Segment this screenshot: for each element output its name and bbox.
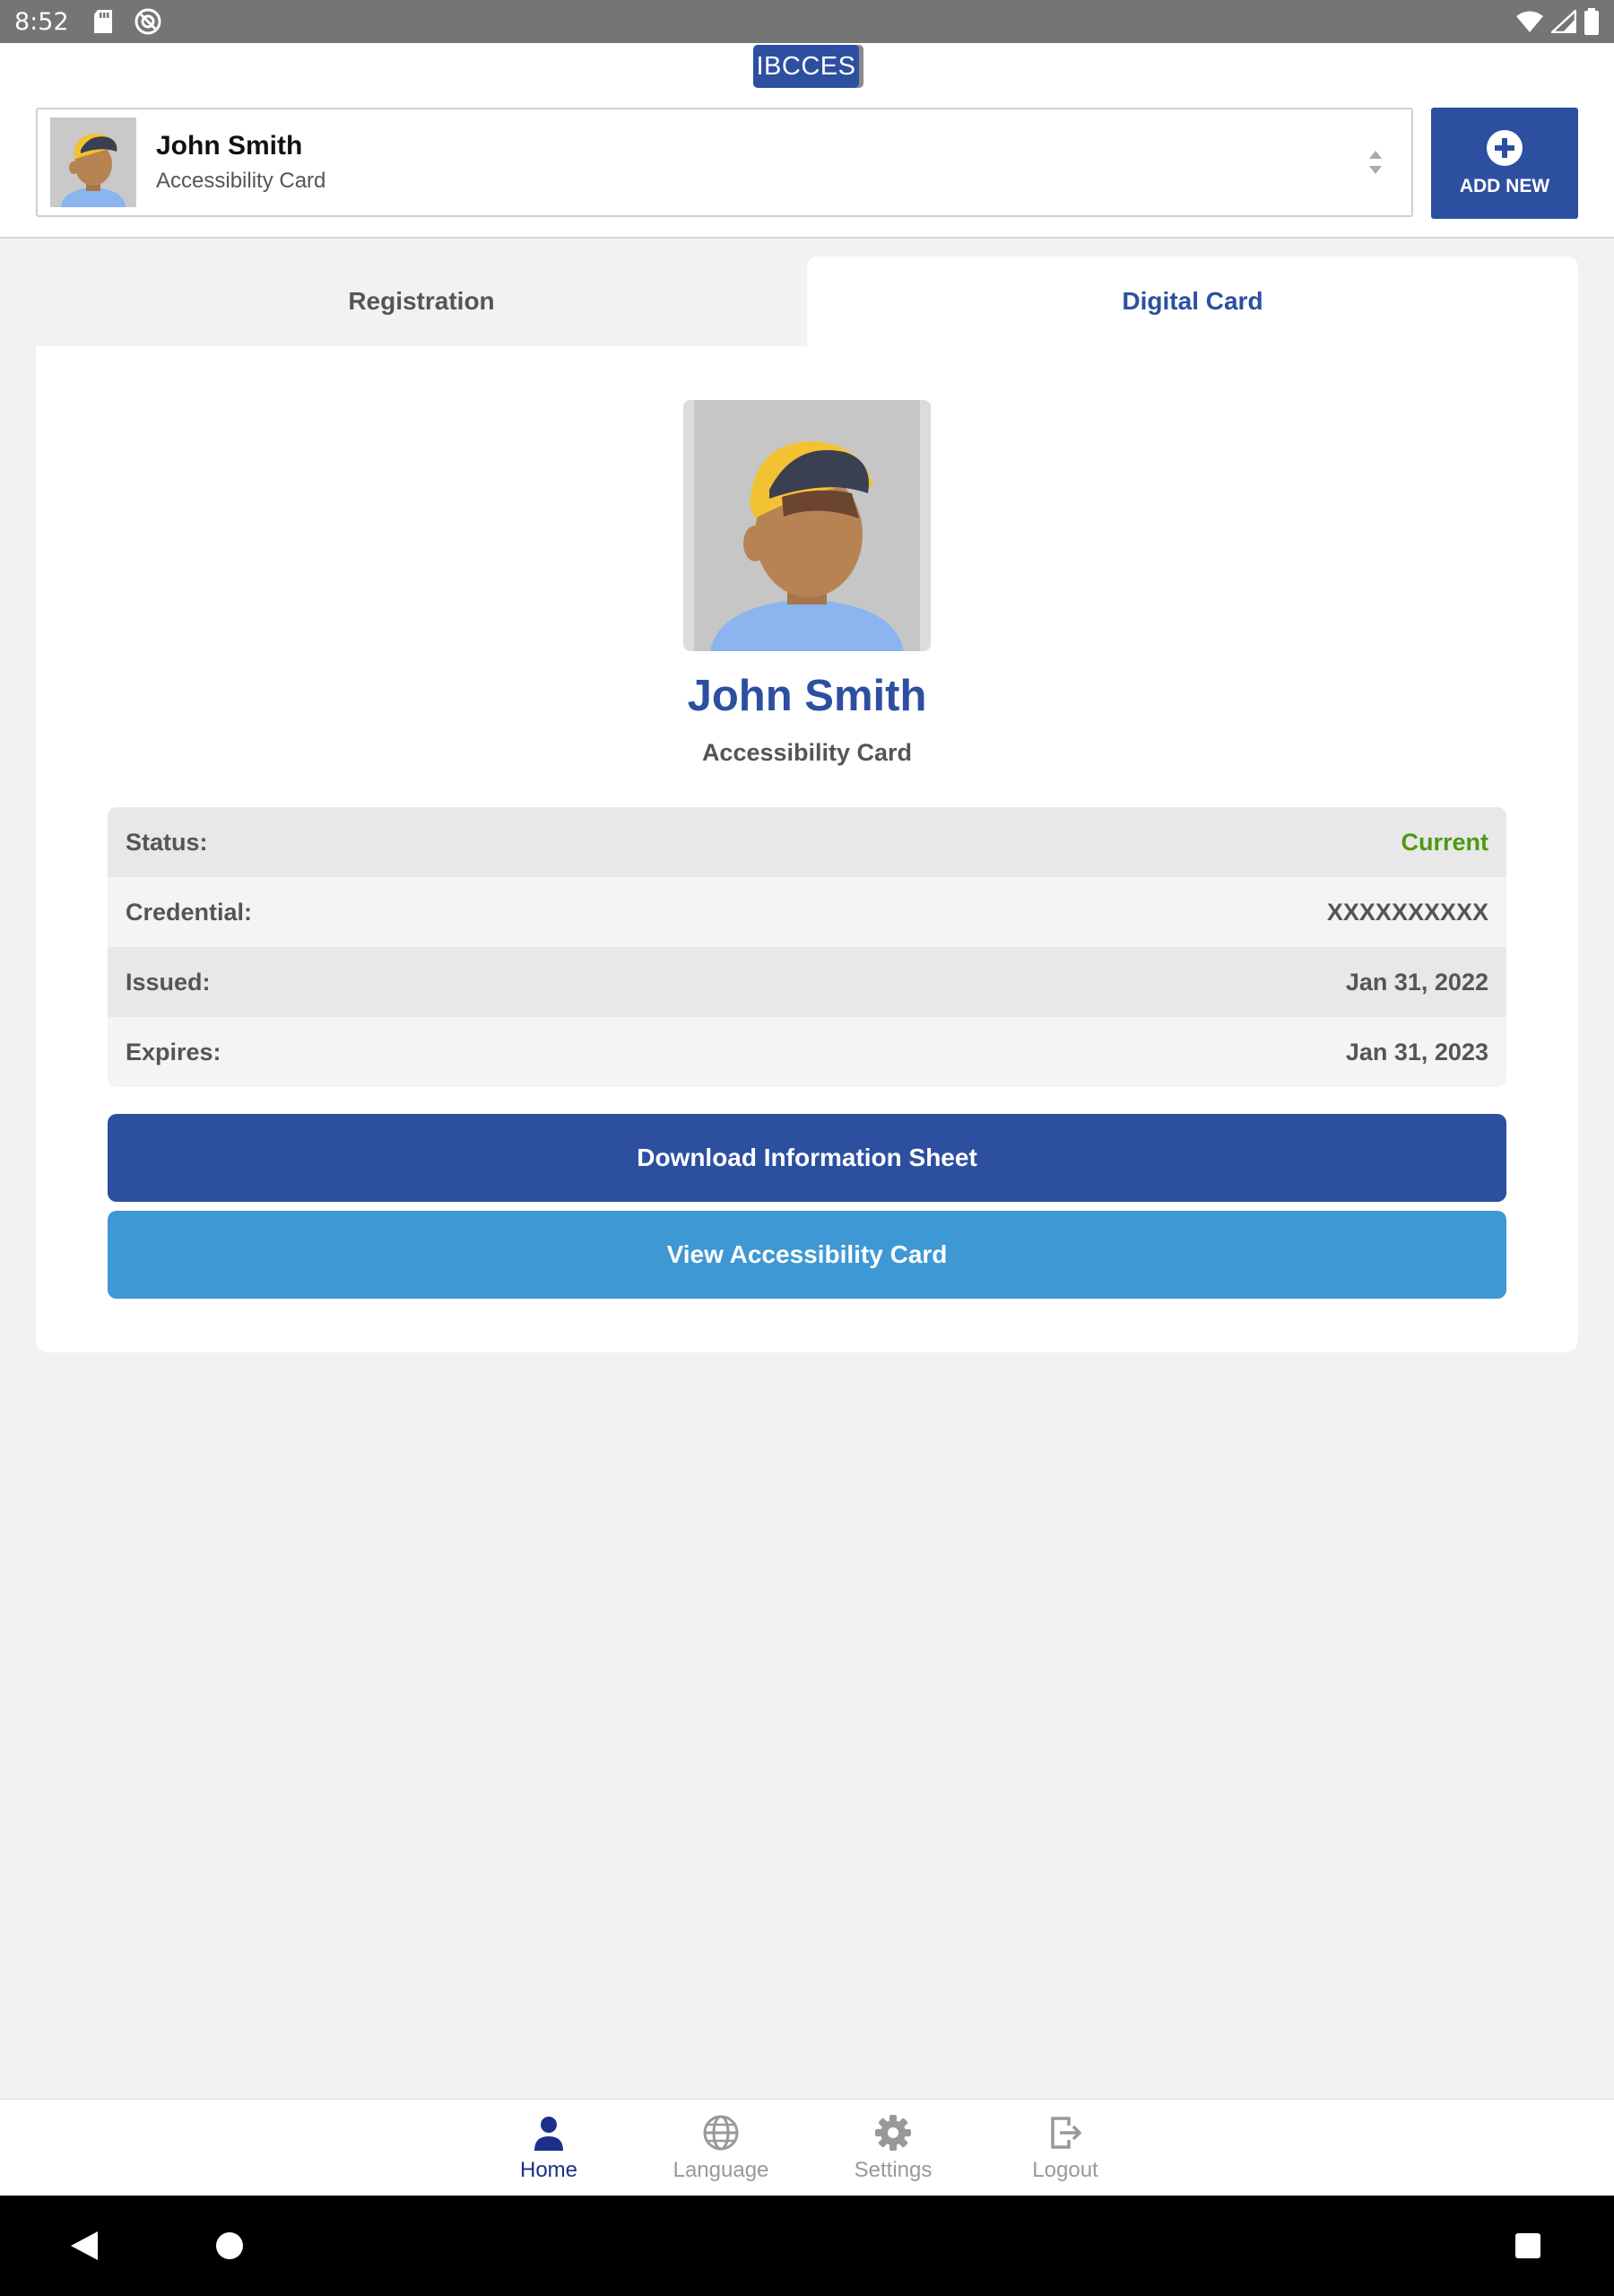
nav-settings[interactable]: Settings (812, 2100, 974, 2196)
info-row-issued: Issued: Jan 31, 2022 (108, 947, 1506, 1017)
tab-registration[interactable]: Registration (36, 257, 807, 346)
nav-label: Settings (854, 2158, 933, 2182)
status-value: Current (1401, 828, 1488, 856)
person-icon (534, 2117, 563, 2151)
download-information-sheet-button[interactable]: Download Information Sheet (108, 1114, 1506, 1202)
add-new-button[interactable]: ADD NEW (1431, 108, 1578, 219)
battery-icon (1584, 8, 1599, 35)
nav-label: Home (519, 2158, 578, 2182)
nav-language[interactable]: Language (640, 2100, 802, 2196)
system-recents-button[interactable] (1483, 2196, 1573, 2296)
selector-name: John Smith (156, 131, 303, 161)
tab-digital-card[interactable]: Digital Card (807, 257, 1578, 346)
nav-home[interactable]: Home (468, 2100, 629, 2196)
info-label: Expires: (126, 1038, 221, 1065)
credential-value: XXXXXXXXXX (1326, 898, 1488, 926)
info-row-status: Status: Current (108, 807, 1506, 877)
avatar (50, 117, 136, 207)
system-back-button[interactable] (39, 2196, 129, 2296)
system-navigation-bar (0, 2196, 1614, 2296)
issued-value: Jan 31, 2022 (1345, 968, 1488, 996)
sync-icon (134, 8, 161, 35)
view-accessibility-card-button[interactable]: View Accessibility Card (108, 1211, 1506, 1299)
globe-icon (703, 2115, 739, 2151)
signal-icon (1551, 10, 1576, 33)
logout-icon (1051, 2117, 1082, 2149)
status-time: 8:52 (14, 7, 69, 36)
selector-subtitle: Accessibility Card (156, 169, 326, 193)
back-triangle-icon (71, 2231, 98, 2260)
home-circle-icon (216, 2232, 243, 2259)
nav-label: Language (672, 2158, 769, 2182)
add-new-label: ADD NEW (1459, 176, 1550, 196)
sort-arrows-icon (1369, 151, 1382, 174)
card-holder-name: John Smith (687, 672, 927, 720)
card-info-table: Status: Current Credential: XXXXXXXXXX I… (108, 807, 1506, 1087)
digital-card-panel: John Smith Accessibility Card Status: Cu… (36, 346, 1578, 1352)
profile-photo (683, 400, 931, 651)
info-label: Status: (126, 828, 208, 856)
ibcces-logo: IBCCES (753, 45, 859, 88)
recents-square-icon (1515, 2233, 1540, 2258)
app-header: IBCCES John Smith Accessibility Card ADD… (0, 43, 1614, 239)
nav-label: Logout (1032, 2158, 1098, 2182)
system-home-button[interactable] (185, 2196, 274, 2296)
gear-icon (875, 2115, 911, 2151)
expires-value: Jan 31, 2023 (1345, 1038, 1488, 1065)
info-row-expires: Expires: Jan 31, 2023 (108, 1017, 1506, 1087)
profile-selector[interactable]: John Smith Accessibility Card (36, 108, 1413, 217)
card-type: Accessibility Card (701, 739, 913, 766)
wifi-icon (1516, 11, 1543, 32)
info-row-credential: Credential: XXXXXXXXXX (108, 877, 1506, 947)
plus-circle-icon (1487, 130, 1523, 166)
info-label: Credential: (126, 898, 253, 926)
info-label: Issued: (126, 968, 211, 996)
status-bar: 8:52 (0, 0, 1614, 43)
nav-logout[interactable]: Logout (985, 2100, 1146, 2196)
sd-card-icon (93, 10, 112, 33)
bottom-navigation: Home Language Settings Logout (0, 2099, 1614, 2196)
